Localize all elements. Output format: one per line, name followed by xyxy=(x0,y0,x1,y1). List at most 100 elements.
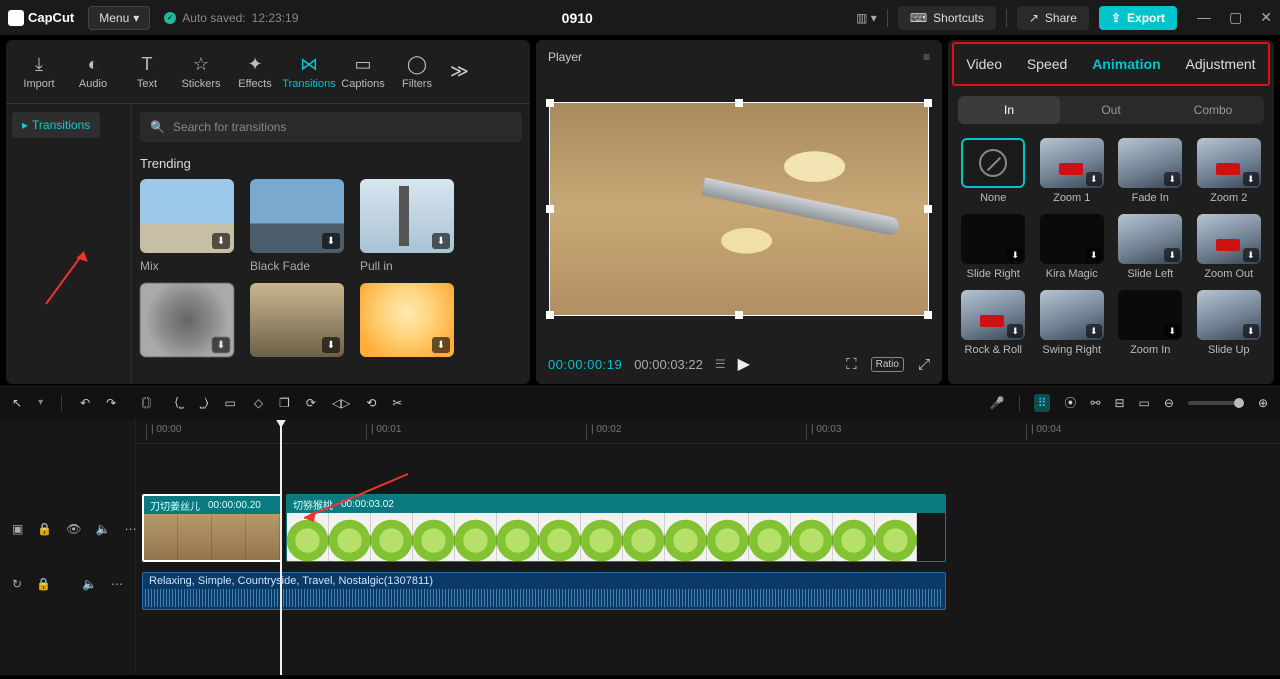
animation-item[interactable]: ⬇Slide Up xyxy=(1194,290,1265,356)
video-track[interactable]: ver 刀切姜丝儿 00:00:00.20 切猕猴桃 00:00:03.02 xyxy=(136,494,1280,564)
loop-icon[interactable]: ↻ xyxy=(12,577,22,591)
tool-tab-captions[interactable]: ▭Captions xyxy=(336,53,390,90)
subtab-in[interactable]: In xyxy=(958,96,1060,124)
ratio-button[interactable]: Ratio xyxy=(871,357,904,372)
zoom-out-icon[interactable]: ⊖ xyxy=(1164,396,1174,410)
window-close-icon[interactable]: ✕ xyxy=(1260,9,1272,26)
zoom-slider[interactable] xyxy=(1188,401,1244,405)
tool-tab-stickers[interactable]: ☆Stickers xyxy=(174,53,228,90)
record-icon[interactable]: ▣ xyxy=(12,522,23,536)
shortcuts-button[interactable]: ⌨ Shortcuts xyxy=(898,6,996,30)
download-icon[interactable]: ⬇ xyxy=(1164,324,1180,338)
animation-item[interactable]: ⬇Slide Right xyxy=(958,214,1029,280)
export-button[interactable]: ⇪ Export xyxy=(1099,6,1177,30)
undo-icon[interactable]: ↶ xyxy=(80,396,90,410)
play-icon[interactable]: ▶ xyxy=(738,354,750,374)
pointer-icon[interactable]: ↖ xyxy=(12,396,22,410)
inspector-tab-video[interactable]: Video xyxy=(966,56,1002,72)
menu-button[interactable]: Menu ▾ xyxy=(88,6,150,30)
crop-icon[interactable]: ✂ xyxy=(392,396,402,410)
transition-thumb[interactable]: ⬇Black Fade xyxy=(250,179,344,273)
player-stage[interactable] xyxy=(536,74,942,344)
tool-tab-audio[interactable]: ◐Audio xyxy=(66,53,120,90)
download-icon[interactable]: ⬇ xyxy=(322,337,340,353)
download-icon[interactable]: ⬇ xyxy=(1086,324,1102,338)
marker-icon[interactable]: ◇ xyxy=(254,396,263,410)
animation-item[interactable]: ⬇Fade In xyxy=(1115,138,1186,204)
rotate-icon[interactable]: ⟲ xyxy=(366,396,376,410)
lock-icon[interactable]: 🔒 xyxy=(36,577,51,591)
selection-frame[interactable] xyxy=(549,102,929,316)
animation-item[interactable]: None xyxy=(958,138,1029,204)
download-icon[interactable]: ⬇ xyxy=(212,233,230,249)
download-icon[interactable]: ⬇ xyxy=(1243,248,1259,262)
inspector-tab-animation[interactable]: Animation xyxy=(1092,56,1160,72)
animation-item[interactable]: ⬇Zoom Out xyxy=(1194,214,1265,280)
snap-icon[interactable]: ⊟ xyxy=(1114,396,1124,410)
tool-tab-effects[interactable]: ✦Effects xyxy=(228,53,282,90)
video-clip-a[interactable]: 刀切姜丝儿 00:00:00.20 xyxy=(142,494,282,562)
trim-right-icon[interactable]: ⎵⟩ xyxy=(200,395,209,410)
tool-tab-import[interactable]: ⤓Import xyxy=(12,53,66,90)
mirror-icon[interactable]: ◁▷ xyxy=(332,396,350,410)
download-icon[interactable]: ⬇ xyxy=(1086,172,1102,186)
animation-item[interactable]: ⬇Kira Magic xyxy=(1037,214,1108,280)
animation-item[interactable]: ⬇Slide Left xyxy=(1115,214,1186,280)
animation-item[interactable]: ⬇Rock & Roll xyxy=(958,290,1029,356)
focus-frame-icon[interactable]: ⛶ xyxy=(846,356,857,373)
transition-thumb[interactable]: ⬇ xyxy=(250,283,344,363)
animation-item[interactable]: ⬇Zoom 2 xyxy=(1194,138,1265,204)
reverse-icon[interactable]: ⟳ xyxy=(306,396,316,410)
split-icon[interactable]: 〘〙 xyxy=(134,394,158,411)
download-icon[interactable]: ⬇ xyxy=(432,337,450,353)
download-icon[interactable]: ⬇ xyxy=(1243,324,1259,338)
link-icon[interactable]: ⚯ xyxy=(1090,396,1100,410)
window-minimize-icon[interactable]: — xyxy=(1197,9,1211,26)
layout-icon[interactable]: ▥ ▾ xyxy=(856,11,877,25)
search-input[interactable]: 🔍 Search for transitions xyxy=(140,112,522,142)
window-maximize-icon[interactable]: ▢ xyxy=(1229,9,1242,26)
eye-icon[interactable]: 👁 xyxy=(66,522,81,536)
download-icon[interactable]: ⬇ xyxy=(1007,324,1023,338)
download-icon[interactable]: ⬇ xyxy=(1164,248,1180,262)
tool-tab-filters[interactable]: ◯Filters xyxy=(390,53,444,90)
chevron-down-icon[interactable]: ▾ xyxy=(38,397,43,408)
download-icon[interactable]: ⬇ xyxy=(212,337,230,353)
inspector-tab-speed[interactable]: Speed xyxy=(1027,56,1067,72)
more-icon[interactable]: ⋯ xyxy=(124,522,136,536)
transition-thumb[interactable]: ⬇ xyxy=(140,283,234,363)
tool-tab-text[interactable]: TText xyxy=(120,53,174,90)
transition-thumb[interactable]: ⬇Pull in xyxy=(360,179,454,273)
redo-icon[interactable]: ↷ xyxy=(106,396,116,410)
animation-item[interactable]: ⬇Zoom In xyxy=(1115,290,1186,356)
copy-icon[interactable]: ❐ xyxy=(279,396,290,410)
tool-tab-transitions[interactable]: ⋈Transitions xyxy=(282,53,336,90)
transition-thumb[interactable]: ⬇Mix xyxy=(140,179,234,273)
preview-toggle-icon[interactable]: ▭ xyxy=(1139,396,1150,410)
audio-clip[interactable]: Relaxing, Simple, Countryside, Travel, N… xyxy=(142,572,946,610)
subtab-combo[interactable]: Combo xyxy=(1162,96,1264,124)
more-icon[interactable]: ⋯ xyxy=(111,577,123,591)
mic-icon[interactable]: 🎤 xyxy=(990,396,1005,410)
share-button[interactable]: ↗ Share xyxy=(1017,6,1089,30)
magnet-icon[interactable]: ⠿ xyxy=(1034,394,1051,412)
sidebar-item-transitions[interactable]: ▸ Transitions xyxy=(12,112,100,138)
mute-icon[interactable]: 🔈 xyxy=(96,522,111,536)
time-ruler[interactable]: | 00:00| 00:01| 00:02| 00:03| 00:04 xyxy=(136,420,1280,444)
subtab-out[interactable]: Out xyxy=(1060,96,1162,124)
audio-track[interactable]: Relaxing, Simple, Countryside, Travel, N… xyxy=(136,572,1280,612)
mute-icon[interactable]: 🔈 xyxy=(82,577,97,591)
download-icon[interactable]: ⬇ xyxy=(1086,248,1102,262)
zoom-in-icon[interactable]: ⊕ xyxy=(1258,396,1268,410)
inspector-tab-adjustment[interactable]: Adjustment xyxy=(1186,56,1256,72)
list-icon[interactable]: ☰ xyxy=(715,357,726,371)
download-icon[interactable]: ⬇ xyxy=(1007,248,1023,262)
delete-icon[interactable]: ▭ xyxy=(224,396,235,410)
align-icon[interactable]: ⦿ xyxy=(1064,394,1076,411)
download-icon[interactable]: ⬇ xyxy=(1243,172,1259,186)
download-icon[interactable]: ⬇ xyxy=(322,233,340,249)
playhead[interactable] xyxy=(280,420,282,675)
animation-item[interactable]: ⬇Swing Right xyxy=(1037,290,1108,356)
transition-thumb[interactable]: ⬇ xyxy=(360,283,454,363)
video-clip-b[interactable]: 切猕猴桃 00:00:03.02 xyxy=(286,494,946,562)
